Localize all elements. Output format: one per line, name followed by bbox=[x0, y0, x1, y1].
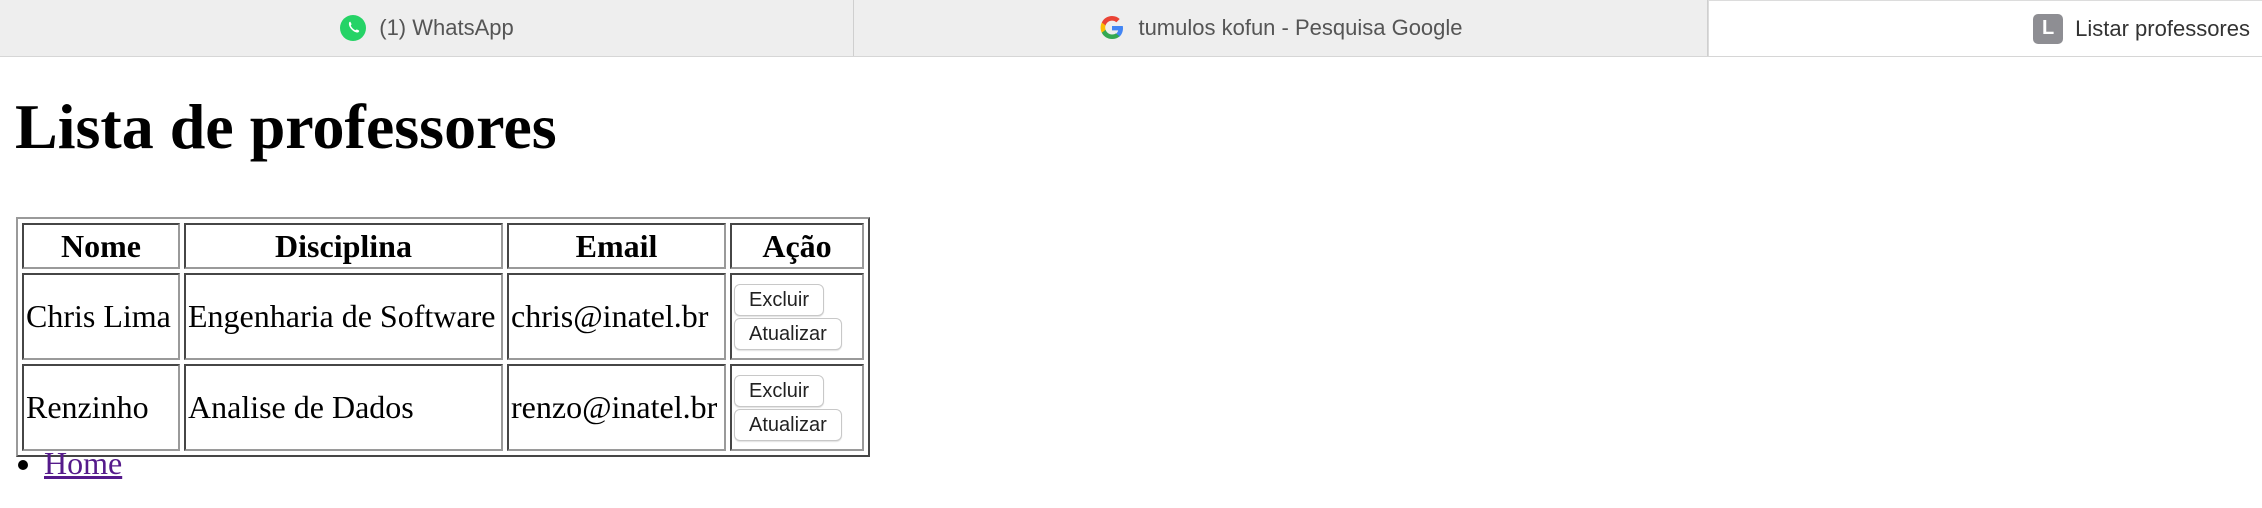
column-header-acao: Ação bbox=[730, 223, 864, 269]
delete-button[interactable]: Excluir bbox=[734, 283, 825, 316]
column-header-disciplina: Disciplina bbox=[184, 223, 503, 269]
cell-email: renzo@inatel.br bbox=[507, 364, 726, 451]
whatsapp-icon bbox=[339, 14, 367, 42]
page-favicon-letter-icon: L bbox=[2033, 13, 2064, 44]
tab-listar-professores[interactable]: L Listar professores bbox=[1708, 0, 2262, 56]
tab-google-search[interactable]: tumulos kofun - Pesquisa Google bbox=[854, 0, 1708, 56]
professors-table: Nome Disciplina Email Ação Chris Lima En… bbox=[16, 217, 870, 457]
tab-label: Listar professores bbox=[2075, 15, 2250, 41]
table-row: Chris Lima Engenharia de Software chris@… bbox=[22, 273, 864, 360]
table-row: Renzinho Analise de Dados renzo@inatel.b… bbox=[22, 364, 864, 451]
cell-nome: Renzinho bbox=[22, 364, 180, 451]
cell-nome: Chris Lima bbox=[22, 273, 180, 360]
browser-tab-bar: (1) WhatsApp tumulos kofun - Pesquisa Go… bbox=[0, 0, 2262, 57]
update-button[interactable]: Atualizar bbox=[734, 317, 842, 350]
column-header-email: Email bbox=[507, 223, 726, 269]
nav-links: Home bbox=[0, 445, 122, 482]
column-header-nome: Nome bbox=[22, 223, 180, 269]
google-icon bbox=[1098, 14, 1126, 42]
list-item: Home bbox=[44, 445, 122, 482]
tab-label: (1) WhatsApp bbox=[379, 15, 514, 40]
page-title: Lista de professores bbox=[15, 91, 557, 162]
cell-disciplina: Engenharia de Software bbox=[184, 273, 503, 360]
cell-acao: Excluir Atualizar bbox=[730, 364, 864, 451]
cell-email: chris@inatel.br bbox=[507, 273, 726, 360]
cell-acao: Excluir Atualizar bbox=[730, 273, 864, 360]
home-link[interactable]: Home bbox=[44, 445, 122, 481]
tab-label: tumulos kofun - Pesquisa Google bbox=[1138, 15, 1463, 40]
cell-disciplina: Analise de Dados bbox=[184, 364, 503, 451]
update-button[interactable]: Atualizar bbox=[734, 408, 842, 441]
delete-button[interactable]: Excluir bbox=[734, 374, 825, 407]
tab-whatsapp[interactable]: (1) WhatsApp bbox=[0, 0, 854, 56]
page-content: Lista de professores Nome Disciplina Ema… bbox=[0, 57, 2262, 508]
table-header-row: Nome Disciplina Email Ação bbox=[22, 223, 864, 269]
